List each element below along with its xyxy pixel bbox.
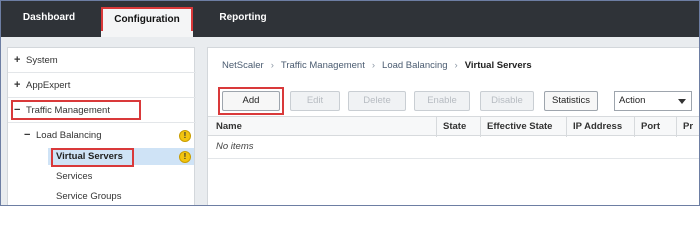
divider (8, 72, 196, 73)
app-window: Dashboard Configuration Reporting + Syste… (0, 0, 700, 206)
top-navigation: Dashboard Configuration Reporting (1, 1, 699, 37)
statistics-button[interactable]: Statistics (544, 91, 598, 111)
breadcrumb: NetScaler › Traffic Management › Load Balanc… (222, 56, 532, 76)
toolbar: Add Edit Delete Enable Disable Statistic… (208, 84, 699, 116)
disable-button[interactable]: Disable (480, 91, 534, 111)
content-area: + System + AppExpert − Traffic Management −… (1, 37, 699, 205)
chevron-right-icon: › (454, 60, 458, 71)
action-select-value: Action (619, 95, 646, 106)
column-header-ip-address[interactable]: IP Address (566, 117, 634, 137)
tree-item-label: Services (56, 171, 93, 182)
tree-item-appexpert[interactable]: + AppExpert (14, 75, 70, 95)
chevron-right-icon: › (371, 60, 376, 71)
warning-icon: ! (179, 151, 191, 163)
tab-dashboard[interactable]: Dashboard (9, 1, 89, 37)
tree-item-label: Service Groups (56, 191, 122, 202)
breadcrumb-item-virtual-servers: Virtual Servers (464, 60, 532, 71)
tree-item-label: AppExpert (26, 80, 71, 91)
divider (208, 158, 699, 159)
main-panel: NetScaler › Traffic Management › Load Balanc… (207, 47, 699, 205)
tree-item-services[interactable]: Services (56, 167, 92, 187)
navigation-tree: + System + AppExpert − Traffic Management −… (7, 47, 196, 205)
tree-item-label: Load Balancing (36, 130, 102, 141)
tree-item-system[interactable]: + System (14, 50, 58, 70)
column-header-state[interactable]: State (436, 117, 480, 137)
breadcrumb-item-traffic-management[interactable]: Traffic Management (281, 60, 365, 71)
collapse-icon: − (24, 129, 31, 141)
divider (8, 122, 196, 123)
warning-icon: ! (179, 130, 191, 142)
chevron-down-icon (678, 99, 686, 104)
table-header: Name State Effective State IP Address Po… (208, 116, 699, 137)
expand-icon: + (14, 54, 21, 66)
column-header-port[interactable]: Port (634, 117, 676, 137)
expand-icon: + (14, 79, 21, 91)
enable-button[interactable]: Enable (414, 91, 470, 111)
breadcrumb-item-netscaler[interactable]: NetScaler (222, 60, 264, 71)
divider (8, 97, 196, 98)
chevron-right-icon: › (270, 60, 274, 71)
edit-button[interactable]: Edit (290, 91, 340, 111)
highlight-add-button (218, 87, 284, 115)
column-header-effective-state[interactable]: Effective State (480, 117, 566, 137)
action-select[interactable]: Action (614, 91, 692, 111)
highlight-traffic-management (11, 100, 141, 120)
column-header-name[interactable]: Name (208, 117, 436, 137)
tree-item-label: System (26, 55, 58, 66)
delete-button[interactable]: Delete (348, 91, 406, 111)
empty-table-message: No items (216, 141, 254, 152)
breadcrumb-item-load-balancing[interactable]: Load Balancing (382, 60, 448, 71)
tree-item-load-balancing[interactable]: − Load Balancing (24, 125, 102, 145)
tab-reporting[interactable]: Reporting (205, 1, 281, 37)
tab-configuration[interactable]: Configuration (101, 7, 193, 31)
highlight-virtual-servers (51, 148, 134, 167)
tree-item-service-groups[interactable]: Service Groups (56, 187, 122, 205)
column-header-protocol[interactable]: Pr (676, 117, 699, 137)
